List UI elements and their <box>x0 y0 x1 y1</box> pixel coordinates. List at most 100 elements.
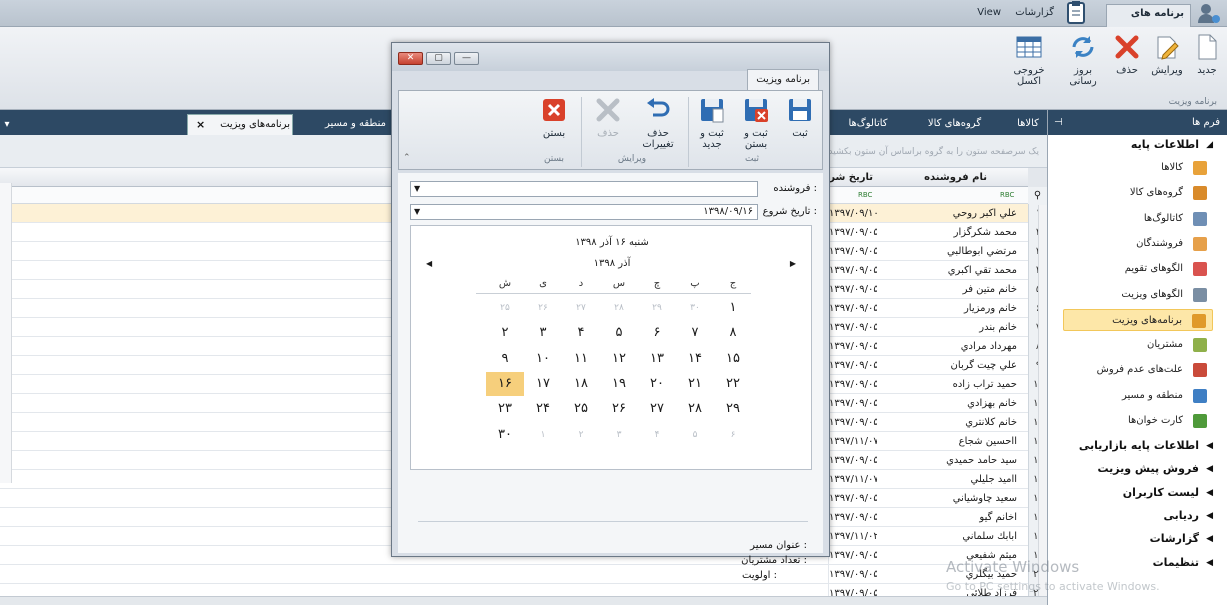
prev-month-icon[interactable]: ◀ <box>426 259 432 268</box>
delete-button-disabled[interactable]: حذف <box>586 95 630 139</box>
save-new-button[interactable]: ثبت و جدید <box>690 95 734 150</box>
start-date-cell[interactable]: ۱۳۹۷/۰۹/۰۵ <box>828 375 877 394</box>
calendar-day[interactable]: ۲۵ <box>486 296 524 320</box>
sidebar-section[interactable]: ◀ فروش پیش ویزیت <box>1053 458 1213 480</box>
start-date-picker[interactable]: ▼ ۱۳۹۸/۰۹/۱۶ <box>410 204 758 220</box>
sidebar-item[interactable]: علت‌های عدم فروش <box>1063 359 1213 381</box>
calendar-day[interactable]: ۵ <box>600 321 638 345</box>
calendar-day[interactable]: ۱۰ <box>524 347 562 371</box>
calendar-day[interactable]: ۲ <box>486 321 524 345</box>
calendar-day[interactable]: ۶ <box>714 423 752 447</box>
new-button[interactable]: جدید <box>1187 31 1227 76</box>
start-date-cell[interactable]: ۱۳۹۷/۱۱/۰۷ <box>828 432 877 451</box>
column-seller-name[interactable]: نام فروشنده <box>877 168 1027 187</box>
tab-visit-programs-doc[interactable]: × برنامه‌های ویزیت <box>187 114 293 135</box>
seller-name-cell[interactable]: علي اكبر روحي <box>877 204 1027 223</box>
save-close-button[interactable]: ثبت و بستن <box>734 95 778 150</box>
tab-zone-route[interactable]: منطقه و مسیر <box>318 114 393 135</box>
sidebar-section[interactable]: ◀ لیست کاربران <box>1053 482 1213 504</box>
start-date-cell[interactable]: ۱۳۹۷/۰۹/۰۵ <box>828 413 877 432</box>
calendar-day[interactable]: ۲۵ <box>562 397 600 421</box>
calendar-day[interactable]: ۱ <box>714 296 752 320</box>
start-date-cell[interactable]: ۱۳۹۷/۱۱/۰۷ <box>828 470 877 489</box>
start-date-cell[interactable]: ۱۳۹۷/۰۹/۰۵ <box>828 356 877 375</box>
close-window-icon[interactable]: ✕ <box>398 52 423 65</box>
calendar-day[interactable]: ۷ <box>676 321 714 345</box>
grid-horizontal-scrollbar[interactable] <box>0 596 1047 605</box>
start-date-cell[interactable]: ۱۳۹۷/۰۹/۰۵ <box>828 546 877 565</box>
seller-name-cell[interactable]: ااميد جليلي <box>877 470 1027 489</box>
calendar-day[interactable]: ۲۹ <box>714 397 752 421</box>
calendar-day[interactable]: ۶ <box>638 321 676 345</box>
sidebar-item[interactable]: کارت خوان‌ها <box>1063 410 1213 432</box>
calendar-day[interactable]: ۱۵ <box>714 347 752 371</box>
delete-button[interactable]: حذف <box>1107 31 1147 76</box>
calendar-day[interactable]: ۲۷ <box>638 397 676 421</box>
sidebar-item[interactable]: کاتالوگ‌ها <box>1063 208 1213 230</box>
calendar-day[interactable]: ۱۳ <box>638 347 676 371</box>
grid-vertical-scrollbar[interactable] <box>1038 205 1047 600</box>
close-button[interactable]: بستن <box>532 95 576 139</box>
sidebar-section[interactable]: ◀ ردیابی <box>1053 505 1214 527</box>
start-date-cell[interactable]: ۱۳۹۷/۰۹/۰۵ <box>828 508 877 527</box>
tab-view[interactable]: View <box>971 4 1007 22</box>
start-date-cell[interactable]: ۱۳۹۷/۱۱/۰۲ <box>828 527 877 546</box>
seller-name-cell[interactable]: حميد تراب زاده <box>877 375 1027 394</box>
calendar-day[interactable]: ۲۶ <box>524 296 562 320</box>
calendar-day[interactable]: ۳ <box>524 321 562 345</box>
calendar-day[interactable]: ۱۹ <box>600 372 638 396</box>
calendar-day[interactable]: ۹ <box>486 347 524 371</box>
seller-name-cell[interactable]: خانم متين فر <box>877 280 1027 299</box>
discard-changes-button[interactable]: حذف تغییرات <box>630 95 686 150</box>
calendar-day[interactable]: ۵ <box>676 423 714 447</box>
calendar-day[interactable]: ۳۰ <box>486 423 524 447</box>
calendar-day[interactable]: ۲۴ <box>524 397 562 421</box>
calendar-day[interactable]: ۲۲ <box>714 372 752 396</box>
seller-name-cell[interactable]: اخانم گيو <box>877 508 1027 527</box>
start-date-cell[interactable]: ۱۳۹۷/۰۹/۰۵ <box>828 451 877 470</box>
calendar-day[interactable]: ۲۸ <box>600 296 638 320</box>
tab-product-groups[interactable]: گروه‌های کالا <box>922 114 987 135</box>
seller-name-cell[interactable]: محمد تقي اكبري <box>877 261 1027 280</box>
seller-name-cell[interactable]: خانم كلانتري <box>877 413 1027 432</box>
maximize-window-icon[interactable]: ▢ <box>426 52 451 65</box>
seller-name-cell[interactable]: مرتضي ابوطالبي <box>877 242 1027 261</box>
calendar-day[interactable]: ۱ <box>524 423 562 447</box>
seller-name-cell[interactable]: ابابك سلماني <box>877 527 1027 546</box>
seller-combobox[interactable]: ▼ <box>410 181 758 197</box>
table-row[interactable]: ۲۰حميد بيگلري۱۳۹۷/۰۹/۰۵ <box>0 565 1048 584</box>
seller-name-cell[interactable]: خانم ورمزيار <box>877 299 1027 318</box>
sidebar-section[interactable]: ◀ اطلاعات پایه بازاریابی <box>1053 435 1213 457</box>
calendar-day[interactable]: ۲۸ <box>676 397 714 421</box>
start-date-cell[interactable]: ۱۳۹۷/۰۹/۰۵ <box>828 489 877 508</box>
seller-name-cell[interactable]: سيد حامد حميدي <box>877 451 1027 470</box>
seller-name-cell[interactable]: خانم بهزادي <box>877 394 1027 413</box>
seller-name-cell[interactable]: علي چيت گربان <box>877 356 1027 375</box>
calendar-day[interactable]: ۲۱ <box>676 372 714 396</box>
tab-list-dropdown-icon[interactable]: ▾ <box>2 115 12 136</box>
calendar-day[interactable]: ۴ <box>638 423 676 447</box>
minimize-window-icon[interactable]: — <box>454 52 479 65</box>
calendar-day[interactable]: ۲۳ <box>486 397 524 421</box>
sidebar-item[interactable]: برنامه‌های ویزیت <box>1063 308 1213 331</box>
calendar-day[interactable]: ۸ <box>714 321 752 345</box>
seller-name-cell[interactable]: محمد شكرگزار <box>877 223 1027 242</box>
start-date-cell[interactable]: ۱۳۹۷/۰۹/۰۵ <box>828 242 877 261</box>
calendar-day[interactable]: ۱۲ <box>600 347 638 371</box>
filter-date-icon[interactable]: RBC <box>858 187 878 204</box>
tab-visit-programs[interactable]: برنامه های ویزیت <box>1106 4 1191 37</box>
start-date-cell[interactable]: ۱۳۹۷/۰۹/۰۵ <box>828 223 877 242</box>
tab-reports[interactable]: گزارشات <box>1009 4 1060 22</box>
calendar-day[interactable]: ۱۸ <box>562 372 600 396</box>
calendar-day[interactable]: ۲۷ <box>562 296 600 320</box>
seller-name-cell[interactable]: سعيد چاوشياني <box>877 489 1027 508</box>
start-date-cell[interactable]: ۱۳۹۷/۰۹/۰۵ <box>828 318 877 337</box>
sidebar-section[interactable]: ◀ گزارشات <box>1053 528 1213 550</box>
filter-name-icon[interactable]: RBC <box>1000 187 1024 204</box>
sidebar-item[interactable]: الگوهای ویزیت <box>1063 284 1213 306</box>
column-start-date[interactable]: تاریخ شر <box>828 168 877 187</box>
start-date-cell[interactable]: ۱۳۹۷/۰۹/۰۵ <box>828 394 877 413</box>
sidebar-item[interactable]: الگوهای تقویم <box>1063 258 1213 280</box>
calendar-day[interactable]: ۴ <box>562 321 600 345</box>
seller-name-cell[interactable]: خانم بندر <box>877 318 1027 337</box>
